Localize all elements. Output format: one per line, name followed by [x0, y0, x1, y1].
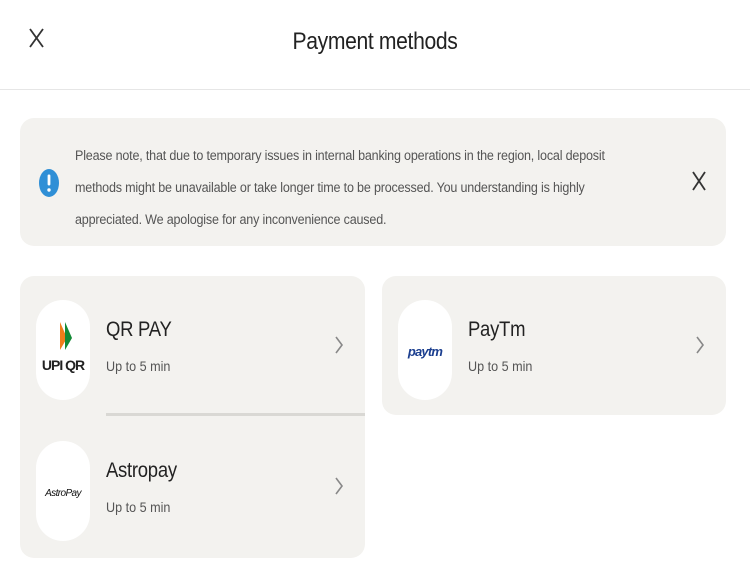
chevron-right-icon [335, 477, 343, 495]
payment-method-name: PayTm [468, 318, 526, 341]
notice-text: Please note, that due to temporary issue… [75, 148, 605, 227]
chevron-right-icon [696, 336, 704, 354]
exclamation-circle-icon [38, 168, 60, 198]
paytm-logo: paytm [398, 300, 452, 400]
upi-qr-logo: UPI QR [36, 300, 90, 400]
paytm-logo-text: paytm [407, 344, 444, 359]
payment-method-astropay[interactable]: AstroPay Astropay Up to 5 min [20, 417, 365, 558]
payment-method-name: QR PAY [106, 318, 172, 341]
payment-methods-card-left: UPI QR QR PAY Up to 5 min AstroPay Astro… [20, 276, 365, 558]
payment-method-time: Up to 5 min [468, 358, 533, 374]
notice-banner: Please note, that due to temporary issue… [20, 118, 726, 246]
astropay-logo-text: AstroPay [44, 488, 82, 499]
payment-method-paytm[interactable]: paytm PayTm Up to 5 min [382, 276, 726, 417]
payment-method-name: Astropay [106, 459, 177, 482]
payment-methods-card-right: paytm PayTm Up to 5 min [382, 276, 726, 415]
page-title: Payment methods [292, 28, 458, 55]
close-icon [692, 171, 706, 191]
payment-method-time: Up to 5 min [106, 358, 171, 374]
upi-qr-logo-text: UPI QR [42, 357, 85, 373]
payment-method-qr-pay[interactable]: UPI QR QR PAY Up to 5 min [20, 276, 365, 417]
notice-close-button[interactable] [688, 168, 710, 194]
header: Payment methods [0, 0, 750, 90]
chevron-right-icon [335, 336, 343, 354]
astropay-logo: AstroPay [36, 441, 90, 541]
divider [106, 413, 365, 416]
payment-method-time: Up to 5 min [106, 499, 171, 515]
